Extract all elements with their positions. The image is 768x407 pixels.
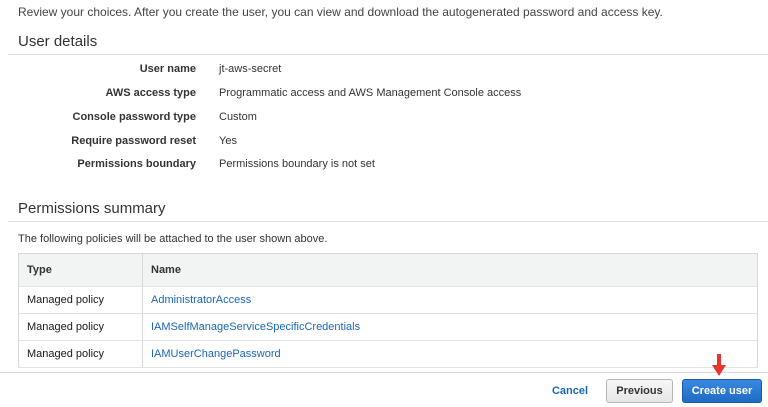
review-page: Review your choices. After you create th… bbox=[0, 0, 768, 407]
detail-label: AWS access type bbox=[105, 87, 197, 99]
table-header-row: Type Name bbox=[18, 253, 758, 287]
policy-link[interactable]: AdministratorAccess bbox=[151, 294, 251, 306]
table-row: Managed policy IAMSelfManageServiceSpeci… bbox=[18, 313, 758, 341]
policy-link[interactable]: IAMSelfManageServiceSpecificCredentials bbox=[151, 321, 360, 333]
table-row: Managed policy IAMUserChangePassword bbox=[18, 340, 758, 368]
permissions-divider bbox=[8, 221, 768, 222]
cancel-button[interactable]: Cancel bbox=[546, 379, 594, 403]
user-details-title: User details bbox=[18, 33, 98, 50]
policy-type: Managed policy bbox=[18, 313, 143, 341]
user-details-divider bbox=[8, 54, 768, 55]
policy-type: Managed policy bbox=[18, 340, 143, 368]
detail-label: Permissions boundary bbox=[77, 158, 196, 170]
footer-divider bbox=[0, 372, 768, 373]
detail-row-password-type: Console password type Custom bbox=[0, 111, 768, 129]
detail-label: Console password type bbox=[72, 111, 196, 123]
column-header-name[interactable]: Name bbox=[142, 253, 758, 287]
intro-text: Review your choices. After you create th… bbox=[18, 5, 663, 19]
detail-row-access-type: AWS access type Programmatic access and … bbox=[0, 87, 768, 105]
detail-row-user-name: User name jt-aws-secret bbox=[0, 63, 768, 81]
policy-type: Managed policy bbox=[18, 286, 143, 314]
create-user-button[interactable]: Create user bbox=[682, 379, 762, 403]
detail-value: Yes bbox=[219, 135, 237, 147]
detail-row-permissions-boundary: Permissions boundary Permissions boundar… bbox=[0, 158, 768, 176]
detail-label: Require password reset bbox=[71, 135, 196, 147]
detail-row-password-reset: Require password reset Yes bbox=[0, 135, 768, 153]
previous-button[interactable]: Previous bbox=[606, 379, 673, 403]
detail-value: Permissions boundary is not set bbox=[219, 158, 375, 170]
column-header-type[interactable]: Type bbox=[18, 253, 143, 287]
detail-value: jt-aws-secret bbox=[219, 63, 282, 75]
down-arrow-icon bbox=[712, 354, 726, 376]
detail-value: Programmatic access and AWS Management C… bbox=[219, 87, 522, 99]
policy-link[interactable]: IAMUserChangePassword bbox=[151, 348, 281, 360]
permissions-summary-title: Permissions summary bbox=[18, 200, 166, 217]
detail-value: Custom bbox=[219, 111, 257, 123]
detail-label: User name bbox=[139, 63, 196, 75]
policies-table: Type Name Managed policy AdministratorAc… bbox=[18, 253, 758, 368]
permissions-description: The following policies will be attached … bbox=[18, 233, 328, 245]
table-row: Managed policy AdministratorAccess bbox=[18, 286, 758, 314]
